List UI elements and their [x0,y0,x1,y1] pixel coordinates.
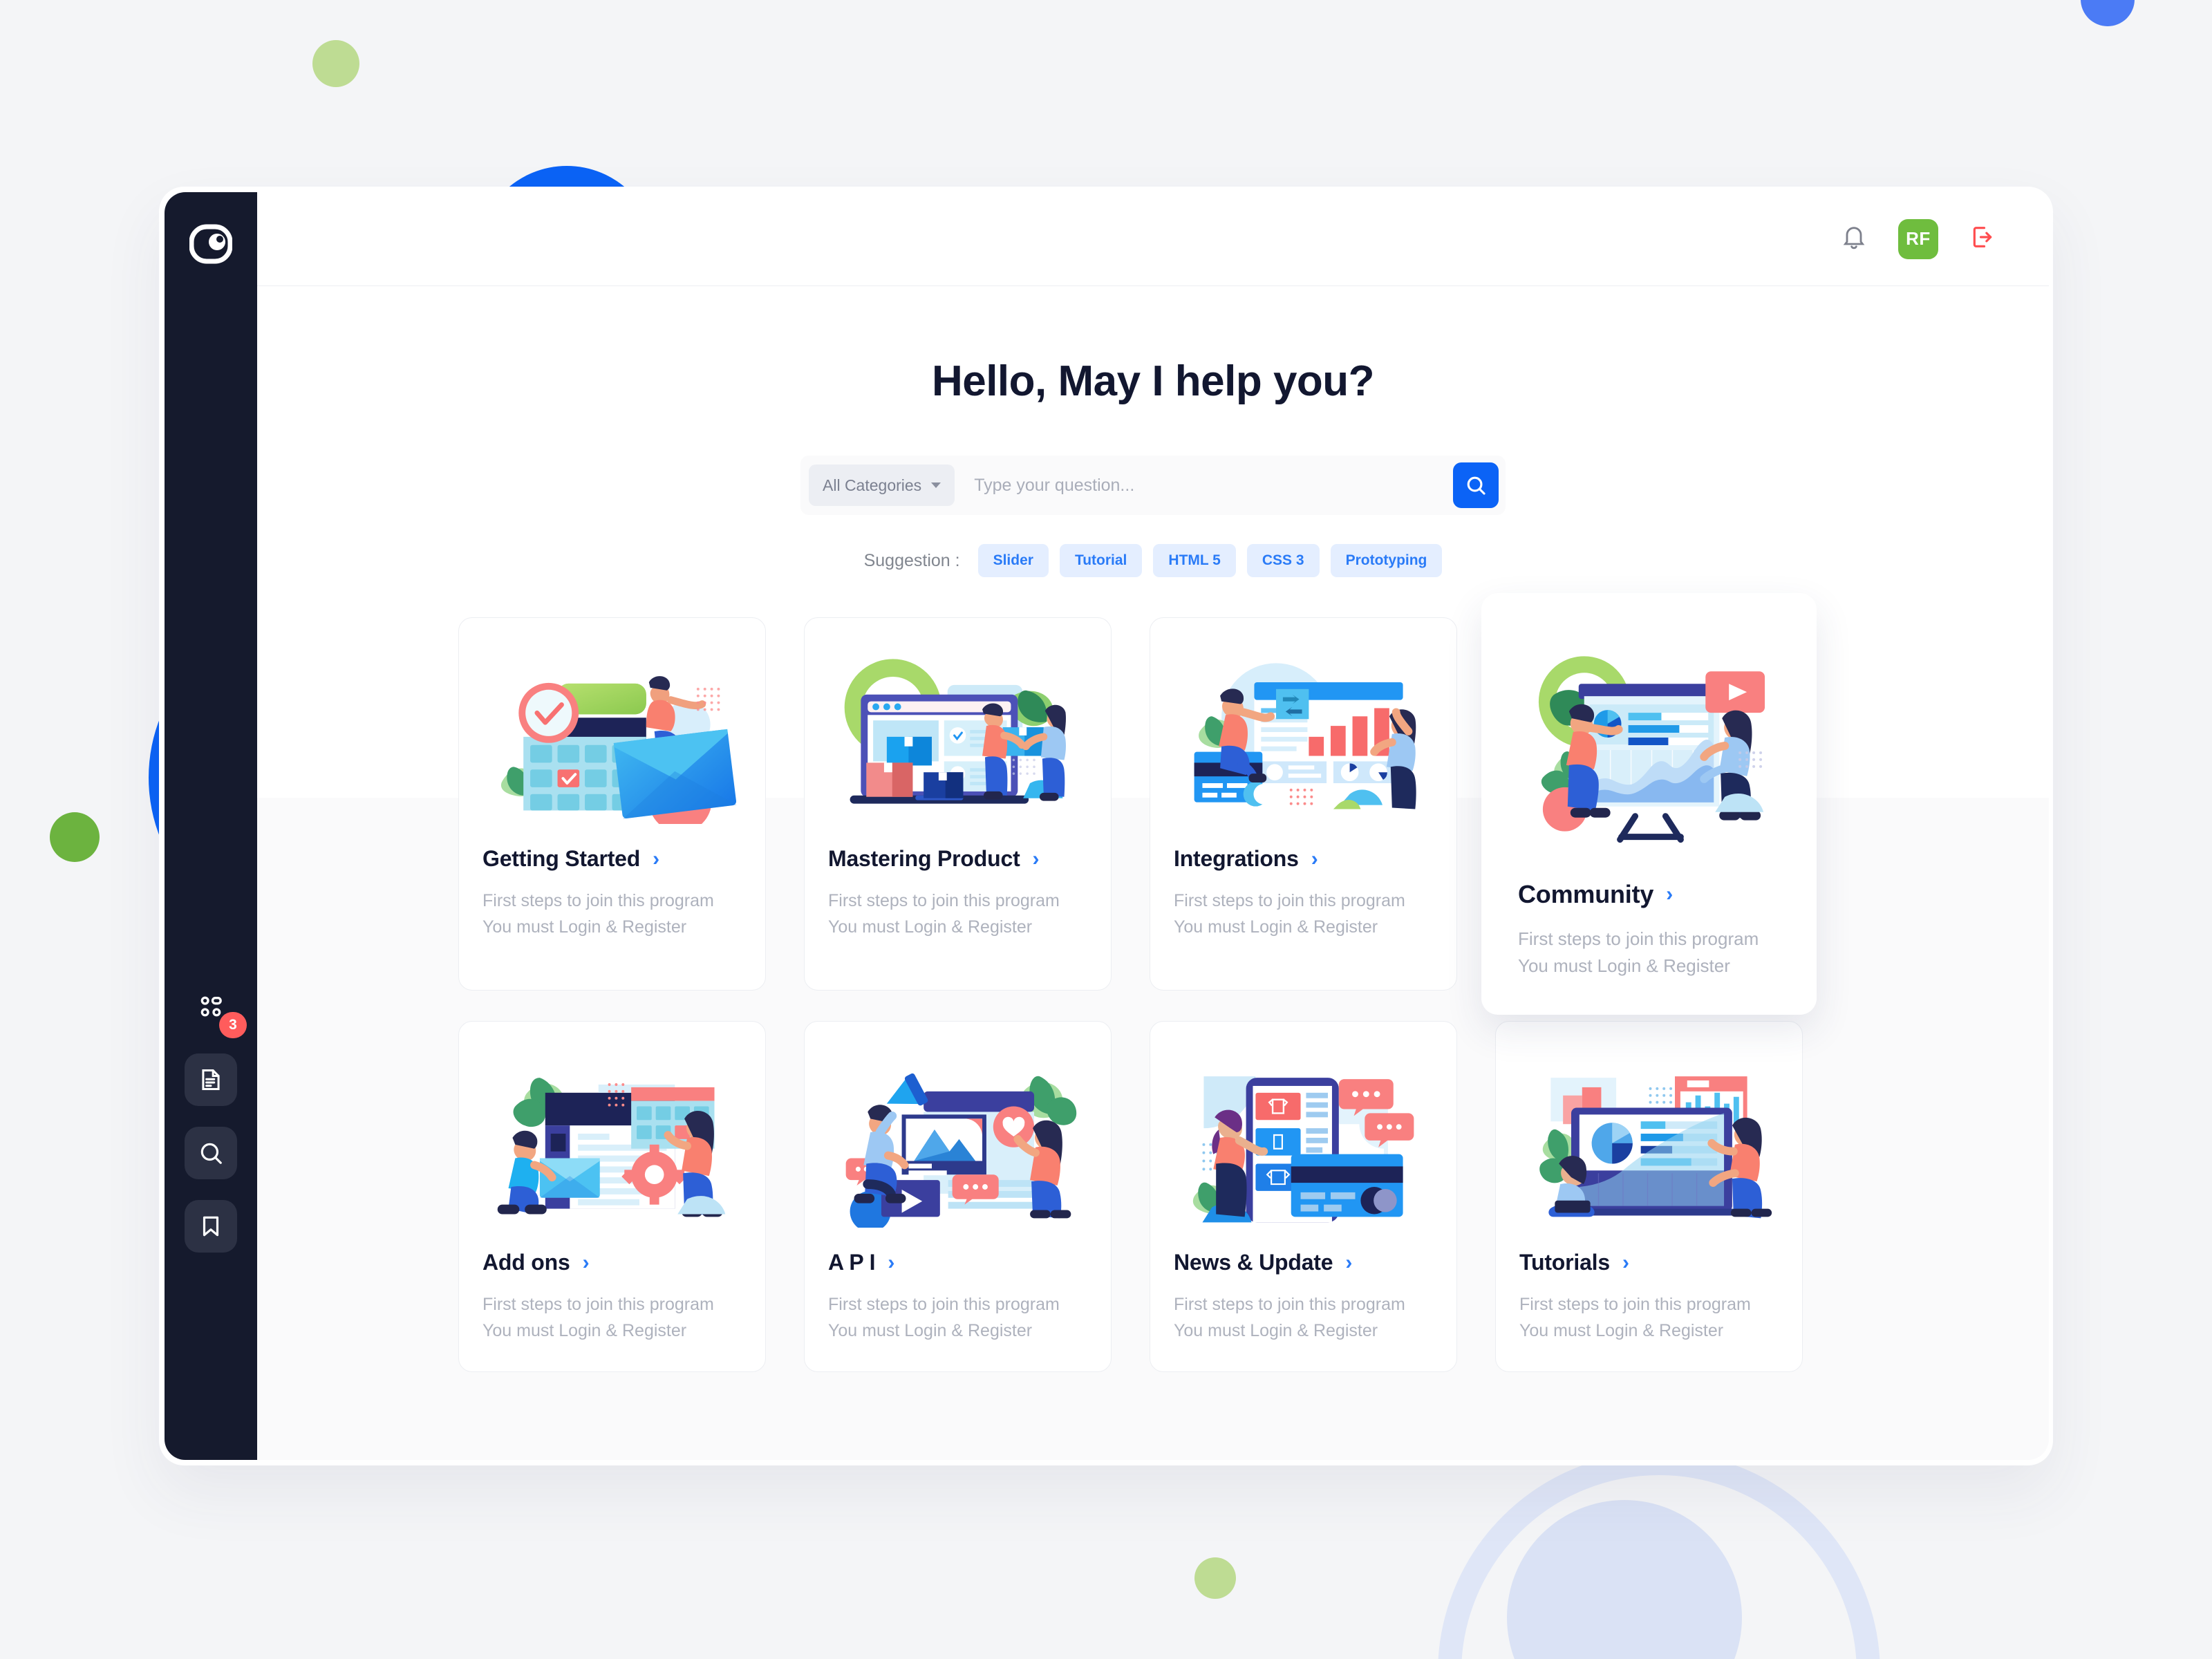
chevron-right-icon: › [1345,1250,1353,1274]
card-tutorials[interactable]: Tutorials › First steps to join this pro… [1495,1021,1803,1372]
suggestion-tag-slider[interactable]: Slider [977,544,1049,577]
decor-blue-dot-topright [2081,0,2135,26]
suggestion-tag-html5[interactable]: HTML 5 [1153,544,1236,577]
card-title-text: News & Update [1174,1250,1333,1275]
sidebar: 3 [165,192,257,1460]
card-title-text: Integrations [1174,846,1299,871]
suggestion-row: Suggestion : Slider Tutorial HTML 5 CSS … [257,544,2049,577]
analytics-laptop-illustration [1539,1076,1772,1219]
bell-icon[interactable] [1840,223,1868,254]
media-megaphone-illustration [845,1073,1077,1228]
card-description: First steps to join this program You mus… [482,1295,714,1340]
card-grid: Getting Started › First steps to join th… [458,593,1848,1372]
topbar: RF [257,192,2049,286]
card-title-text: Community [1518,880,1654,908]
card-description: First steps to join this program You mus… [1174,891,1405,937]
presentation-video-illustration [1538,656,1765,843]
sidebar-item-documents[interactable] [185,1053,237,1106]
card-title: Mastering Product › [828,846,1087,872]
calendar-email-illustration [500,676,737,824]
card-description: First steps to join this program You mus… [828,891,1060,937]
card-title-text: Getting Started [482,846,641,871]
card-title-text: A P I [828,1250,876,1275]
suggestion-tag-tutorial[interactable]: Tutorial [1059,544,1143,577]
avatar-initials: RF [1906,228,1931,249]
card-api[interactable]: A P I › First steps to join this program… [804,1021,1112,1372]
chevron-right-icon: › [653,847,659,870]
search-section: All Categories [257,456,2049,515]
chevron-down-icon [931,482,941,488]
sidebar-item-search[interactable] [185,1127,237,1179]
page-title: Hello, May I help you? [931,357,1375,405]
card-title: News & Update › [1174,1250,1433,1275]
decor-green-dot-bottom [1194,1557,1236,1599]
card-title: Add ons › [482,1250,742,1275]
avatar[interactable]: RF [1898,218,1938,259]
logout-icon[interactable] [1969,223,1996,254]
card-title-text: Add ons [482,1250,570,1275]
card-community[interactable]: Community › First steps to join this pro… [1481,593,1817,1015]
card-description: First steps to join this program You mus… [1518,928,1759,976]
card-description: First steps to join this program You mus… [482,891,714,937]
sidebar-item-dashboard[interactable]: 3 [185,980,247,1038]
card-add-ons[interactable]: Add ons › First steps to join this progr… [458,1021,766,1372]
chevron-right-icon: › [582,1250,590,1274]
card-description: First steps to join this program You mus… [1519,1295,1751,1340]
chevron-right-icon: › [1666,883,1673,906]
card-title: Getting Started › [482,846,742,872]
app-window: 3 RF Hello, May I help you? All Categori… [165,192,2049,1460]
card-news-update[interactable]: News & Update › First steps to join this… [1150,1021,1457,1372]
sidebar-nav: 3 [185,980,247,1253]
category-select-label: All Categories [823,476,922,494]
suggestion-label: Suggestion : [863,550,960,570]
decor-green-dot-top [312,40,359,87]
card-getting-started[interactable]: Getting Started › First steps to join th… [458,617,766,991]
page-root: 3 RF Hello, May I help you? All Categori… [0,0,2212,1659]
laptop-boxes-illustration [844,659,1066,804]
card-title-text: Mastering Product [828,846,1020,871]
sidebar-item-bookmarks[interactable] [185,1200,237,1253]
card-description: First steps to join this program You mus… [828,1295,1060,1340]
card-title: Tutorials › [1519,1250,1779,1275]
app-logo[interactable] [188,221,234,267]
card-title: Integrations › [1174,846,1433,872]
card-description: First steps to join this program You mus… [1174,1295,1405,1340]
mail-gear-illustration [497,1078,726,1217]
card-title: A P I › [828,1250,1087,1275]
card-title-text: Tutorials [1519,1250,1610,1275]
content-area: Hello, May I help you? All Categories Ty… [257,286,2049,1460]
chevron-right-icon: › [1622,1250,1629,1274]
suggestion-tag-css3[interactable]: CSS 3 [1246,544,1320,577]
search-input[interactable] [957,475,1499,496]
dashboard-chart-illustration [1194,663,1416,809]
card-integrations[interactable]: Integrations › First steps to join this … [1150,617,1457,991]
suggestion-tag-prototyping[interactable]: Prototyping [1330,544,1443,577]
chevron-right-icon: › [1311,847,1318,870]
decor-green-dot-left [50,812,100,862]
card-title: Community › [1518,880,1780,909]
chevron-right-icon: › [1032,847,1040,870]
chevron-right-icon: › [888,1250,895,1274]
search-button[interactable] [1453,462,1499,508]
sidebar-badge-count: 3 [219,1012,247,1038]
mobile-shopping-illustration [1192,1076,1414,1223]
search-bar: All Categories [800,456,1506,515]
category-select[interactable]: All Categories [809,465,955,506]
card-mastering-product[interactable]: Mastering Product › First steps to join … [804,617,1112,991]
main-area: RF Hello, May I help you? All Categories… [257,192,2049,1460]
